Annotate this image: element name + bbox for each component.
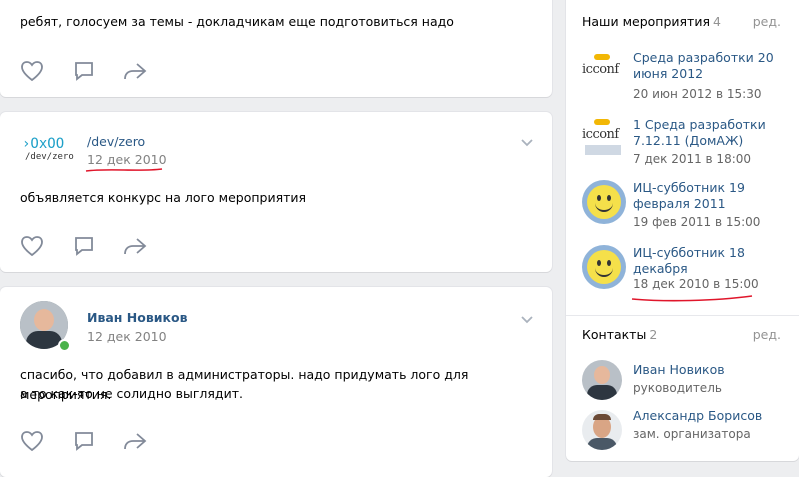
like-icon[interactable] [20, 235, 46, 259]
post-author[interactable]: Иван Новиков [87, 310, 188, 325]
contacts-header[interactable]: Контакты 2 [582, 327, 657, 342]
event-date: 18 дек 2010 в 15:00 [633, 277, 759, 291]
logo-text: ›OxOO [22, 136, 65, 152]
logo-subtext: /dev/zero [25, 152, 74, 162]
post-date[interactable]: 12 дек 2010 [87, 329, 167, 344]
post-text: ребят, голосуем за темы - докладчикам ещ… [20, 14, 454, 29]
share-icon[interactable] [122, 430, 148, 454]
contact-name[interactable]: Александр Борисов [633, 408, 793, 424]
event-date: 7 дек 2011 в 18:00 [633, 152, 752, 166]
comment-icon[interactable] [72, 235, 98, 259]
contact-name[interactable]: Иван Новиков [633, 362, 793, 378]
events-edit-link[interactable]: ред. [753, 14, 781, 29]
share-icon[interactable] [122, 60, 148, 84]
event-title[interactable]: ИЦ-субботник 19 февраля 2011 [633, 180, 793, 212]
comment-icon[interactable] [72, 430, 98, 454]
post-author[interactable]: /dev/zero [87, 134, 145, 149]
divider [566, 315, 799, 316]
smiley-icon [582, 245, 626, 289]
post-date[interactable]: 12 дек 2010 [87, 152, 167, 167]
post-card: ребят, голосуем за темы - докладчикам ещ… [0, 0, 552, 97]
contact-role: зам. организатора [633, 427, 751, 441]
smiley-icon [582, 180, 626, 224]
event-logo: icconf [582, 50, 626, 94]
chevron-down-icon[interactable] [520, 313, 534, 328]
post-card: Иван Новиков 12 дек 2010 спасибо, что до… [0, 287, 552, 477]
chevron-down-icon[interactable] [520, 136, 534, 151]
post-card: ›OxOO /dev/zero /dev/zero 12 дек 2010 об… [0, 112, 552, 272]
avatar [582, 360, 622, 400]
events-header[interactable]: Наши мероприятия 4 [582, 14, 721, 29]
event-title[interactable]: Среда разработки 20 июня 2012 [633, 50, 793, 82]
event-logo-text: icconf [582, 62, 619, 77]
red-underline [85, 168, 163, 172]
share-icon[interactable] [122, 235, 148, 259]
contacts-count: 2 [649, 327, 658, 342]
contact-role: руководитель [633, 381, 722, 395]
comment-icon[interactable] [72, 60, 98, 84]
event-date: 19 фев 2011 в 15:00 [633, 215, 761, 229]
online-badge [58, 339, 71, 352]
event-title[interactable]: ИЦ-субботник 18 декабря [633, 245, 793, 277]
like-icon[interactable] [20, 60, 46, 84]
event-title[interactable]: 1 Среда разработки 7.12.11 (ДомАЖ) [633, 117, 793, 149]
event-logo: icconf [582, 117, 626, 161]
events-title: Наши мероприятия [582, 14, 710, 29]
avatar [582, 410, 622, 450]
group-logo[interactable]: ›OxOO /dev/zero [20, 132, 74, 172]
post-text: объявляется конкурс на лого мероприятия [20, 190, 307, 205]
events-count: 4 [712, 14, 721, 29]
sidebar-card: Наши мероприятия 4 ред. icconf Среда разр… [566, 0, 799, 461]
contacts-edit-link[interactable]: ред. [753, 327, 781, 342]
contacts-title: Контакты [582, 327, 647, 342]
post-text-line: а то как-то не солидно выглядит. [20, 386, 243, 401]
event-logo-text: icconf [582, 127, 619, 142]
event-date: 20 июн 2012 в 15:30 [633, 87, 762, 101]
red-underline [631, 295, 753, 302]
like-icon[interactable] [20, 430, 46, 454]
